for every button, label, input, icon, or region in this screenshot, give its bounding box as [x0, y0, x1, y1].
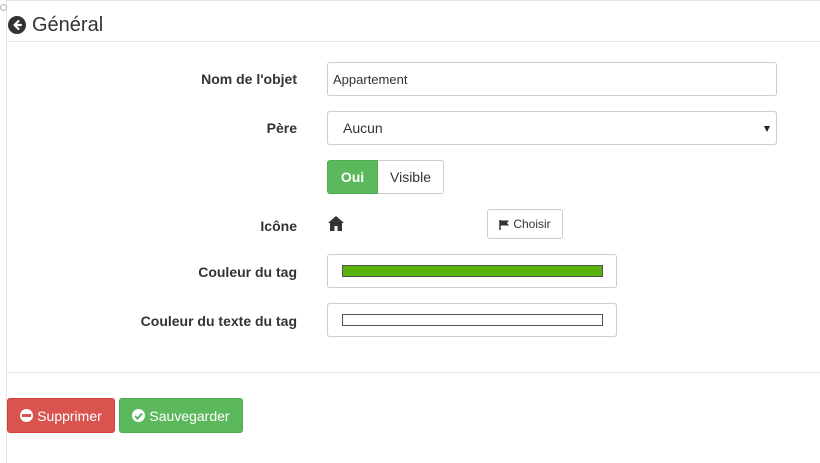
footer-divider: [6, 372, 820, 373]
choose-icon-button[interactable]: Choisir: [487, 209, 563, 239]
caret-down-icon: [764, 126, 770, 132]
delete-button-label: Supprimer: [37, 407, 102, 424]
visible-toggle-group: Oui Visible: [327, 160, 444, 194]
save-button[interactable]: Sauvegarder: [119, 398, 243, 433]
top-border: [6, 0, 820, 1]
tag-color-input[interactable]: [327, 254, 617, 288]
home-icon: [327, 215, 345, 232]
tag-text-color-swatch: [342, 314, 603, 326]
tag-color-swatch: [342, 265, 603, 277]
header-divider: [6, 41, 820, 42]
delete-button[interactable]: Supprimer: [7, 398, 115, 433]
minus-circle-icon: [20, 409, 34, 422]
arrow-circle-left-icon[interactable]: [8, 16, 26, 34]
choose-icon-label: Choisir: [513, 217, 551, 231]
visible-label-button[interactable]: Visible: [378, 160, 444, 194]
tag-color-label: Couleur du tag: [198, 264, 297, 280]
tag-text-color-label: Couleur du texte du tag: [140, 313, 297, 329]
flag-icon: [499, 219, 510, 230]
parent-select[interactable]: Aucun: [327, 111, 777, 145]
save-button-label: Sauvegarder: [149, 407, 230, 424]
object-name-label: Nom de l'objet: [201, 71, 297, 87]
visible-yes-button[interactable]: Oui: [327, 160, 378, 194]
object-name-value: Appartement: [333, 71, 408, 87]
check-circle-icon: [132, 409, 146, 422]
corner-handle: [0, 4, 7, 11]
icon-label: Icône: [260, 218, 297, 234]
parent-label: Père: [266, 120, 297, 136]
page-title: Général: [32, 13, 104, 36]
left-border: [6, 0, 7, 463]
section-header: Général: [8, 10, 103, 40]
tag-text-color-input[interactable]: [327, 303, 617, 337]
object-name-input[interactable]: Appartement: [327, 62, 777, 96]
parent-selected-value: Aucun: [343, 120, 383, 136]
